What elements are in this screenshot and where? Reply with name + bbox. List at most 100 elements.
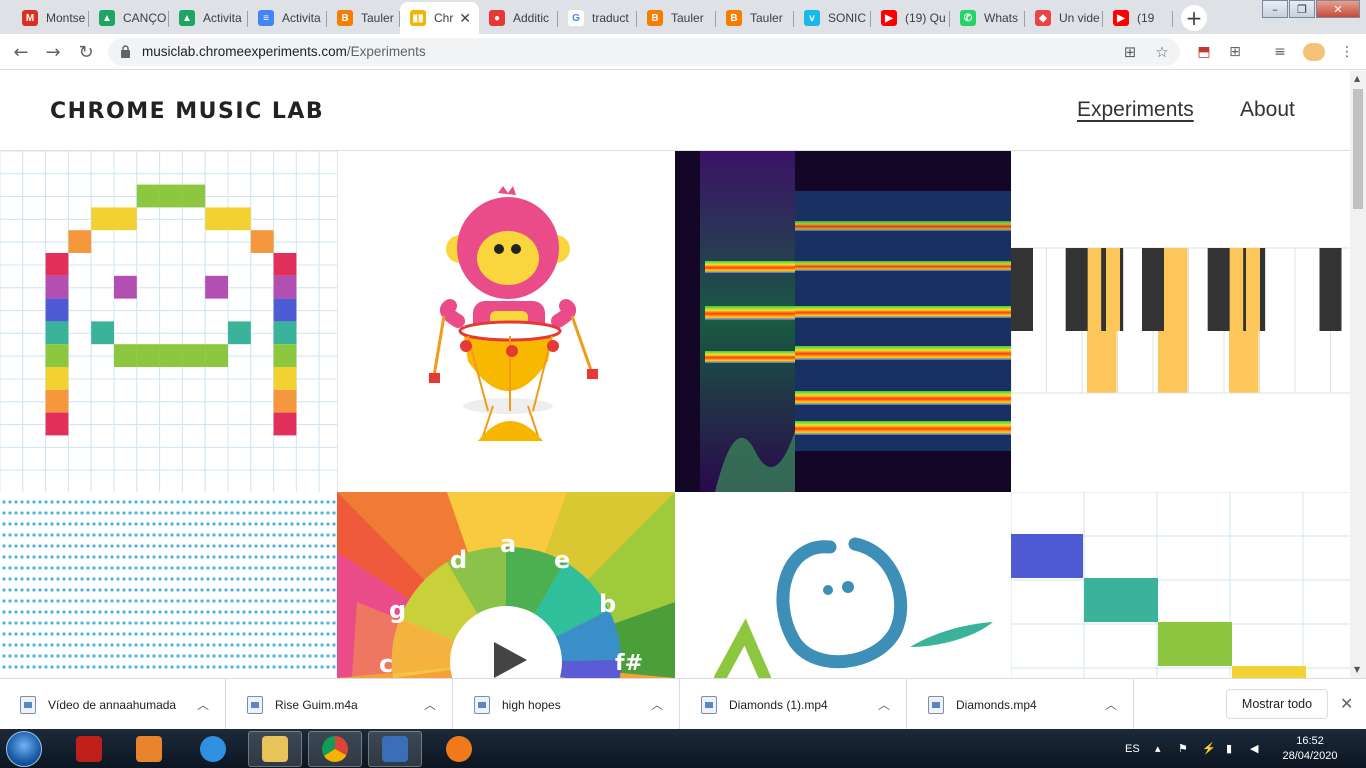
close-downloads-icon[interactable]: ✕ [1340,694,1353,713]
taskbar-acrobat[interactable] [62,731,116,767]
kandinsky-drawing [714,537,993,678]
close-tab-icon[interactable]: ✕ [459,10,471,27]
chevron-up-icon[interactable]: ︿ [651,696,663,713]
chords-tile[interactable] [1011,151,1350,492]
note-c[interactable]: c [379,650,393,678]
new-tab-button[interactable]: + [1181,5,1207,31]
scrollbar-thumb[interactable] [1353,89,1363,209]
browser-tab[interactable]: ▲ Activita [169,4,248,32]
bookmark-star-icon[interactable]: ☆ [1153,43,1171,61]
spectrogram-visual [675,151,1011,492]
drive-icon: ▲ [99,10,115,26]
download-item[interactable]: Rise Guim.m4a ︿ [227,679,453,730]
browser-tab[interactable]: ▲ CANÇO [89,4,169,32]
chevron-up-icon[interactable]: ︿ [197,696,209,713]
address-bar[interactable]: musiclab.chromeexperiments.com/Experimen… [108,38,1180,66]
download-item[interactable]: Vídeo de annaahumada ︿ [0,679,226,730]
taskbar-media-player[interactable] [122,731,176,767]
language-indicator[interactable]: ES [1125,729,1140,768]
nav-about-link[interactable]: About [1240,98,1295,122]
download-item[interactable]: high hopes ︿ [454,679,680,730]
pdf-extension-icon[interactable]: ⬒ [1195,43,1213,61]
taskbar-chrome[interactable] [308,731,362,767]
browser-tab[interactable]: ≡ Activita [248,4,327,32]
forward-icon[interactable]: → [42,41,64,63]
browser-tab[interactable]: ▶ (19) Qu [871,4,950,32]
song-maker-tile[interactable] [0,151,337,492]
note-d[interactable]: d [450,546,467,574]
kandinsky-tile[interactable] [675,492,1011,678]
note-a[interactable]: a [500,530,516,558]
note-g[interactable]: g [389,596,406,624]
download-name: Diamonds (1).mp4 [729,697,828,712]
reload-icon[interactable]: ↻ [75,41,97,63]
chrome-icon [322,736,348,762]
nav-experiments-link[interactable]: Experiments [1077,98,1194,122]
youtube-icon: ▶ [1113,10,1129,26]
audacity-icon [446,736,472,762]
menu-dots-icon[interactable]: ⋮ [1338,43,1356,61]
browser-tab[interactable]: v SONIC [794,4,871,32]
media-player-icon [136,736,162,762]
profile-avatar[interactable] [1303,43,1325,61]
acrobat-icon [76,736,102,762]
browser-tab[interactable]: Gtraduct [558,4,637,32]
docs-icon: ≡ [258,10,274,26]
clock-time: 16:52 [1296,735,1324,747]
download-item[interactable]: Diamonds.mp4 ︿ [908,679,1134,730]
browser-tab[interactable]: B Tauler [637,4,716,32]
media-control-icon[interactable]: ≡ [1271,43,1289,61]
volume-icon[interactable]: ◀ [1250,729,1258,768]
download-item[interactable]: Diamonds (1).mp4 ︿ [681,679,907,730]
tab-title: Un vide [1059,11,1100,25]
download-name: Diamonds.mp4 [956,697,1037,712]
system-clock[interactable]: 16:52 28/04/2020 [1275,734,1345,764]
spectrogram-tile[interactable] [675,151,1011,492]
power-icon[interactable]: ⚡ [1202,729,1216,768]
chevron-up-icon[interactable]: ︿ [878,696,890,713]
melody-grid [1011,492,1350,678]
apps-extension-icon[interactable]: ⊞ [1226,43,1244,61]
scroll-up-icon[interactable]: ▲ [1354,74,1360,83]
show-hidden-icons[interactable]: ▴ [1155,729,1161,768]
browser-tab[interactable]: ✆ Whats [950,4,1025,32]
taskbar-internet-explorer[interactable] [186,731,240,767]
tab-title: Additic [513,11,550,25]
browser-tab[interactable]: B Tauler [327,4,400,32]
show-all-downloads-button[interactable]: Mostrar todo [1226,689,1328,719]
sound-waves-tile[interactable] [0,492,337,678]
browser-tab[interactable]: B Tauler [716,4,794,32]
note-e[interactable]: e [554,546,570,574]
browser-tab[interactable]: M Montse [12,4,89,32]
start-button[interactable] [6,731,42,767]
browser-tab[interactable]: ● Additic [479,4,558,32]
url-text: musiclab.chromeexperiments.com/Experimen… [142,44,426,59]
chevron-up-icon[interactable]: ︿ [1105,696,1117,713]
diamond-icon: ◆ [1035,10,1051,26]
scroll-down-icon[interactable]: ▼ [1354,665,1360,674]
page-scrollbar[interactable]: ▲ ▼ [1350,71,1366,678]
melody-maker-tile[interactable] [1011,492,1350,678]
action-center-flag-icon[interactable]: ⚑ [1178,729,1188,768]
browser-tab[interactable]: ◆ Un vide [1025,4,1103,32]
rhythm-tile[interactable] [337,151,675,492]
back-icon[interactable]: ← [10,41,32,63]
network-icon[interactable]: ▮ [1226,729,1232,768]
audio-file-icon [247,695,263,714]
taskbar-audacity[interactable] [432,731,486,767]
arpeggios-tile[interactable]: d a e g b c f# [337,492,675,678]
translate-icon[interactable]: ⊞ [1121,43,1139,61]
site-title[interactable]: CHROME MUSIC LAB [50,99,324,124]
browser-tab[interactable]: ▶ (19 [1103,4,1173,32]
taskbar-notepad[interactable] [368,731,422,767]
browser-tab[interactable]: ▮▮ Chr ✕ [400,2,479,34]
note-f-sharp[interactable]: f# [615,651,643,676]
taskbar-explorer[interactable] [248,731,302,767]
chevron-up-icon[interactable]: ︿ [424,696,436,713]
note-b[interactable]: b [599,590,616,618]
close-window-button[interactable]: ✕ [1316,0,1360,18]
addictive-icon: ● [489,10,505,26]
google-icon: G [568,10,584,26]
minimize-button[interactable]: – [1262,0,1288,18]
maximize-button[interactable]: ❐ [1289,0,1315,18]
